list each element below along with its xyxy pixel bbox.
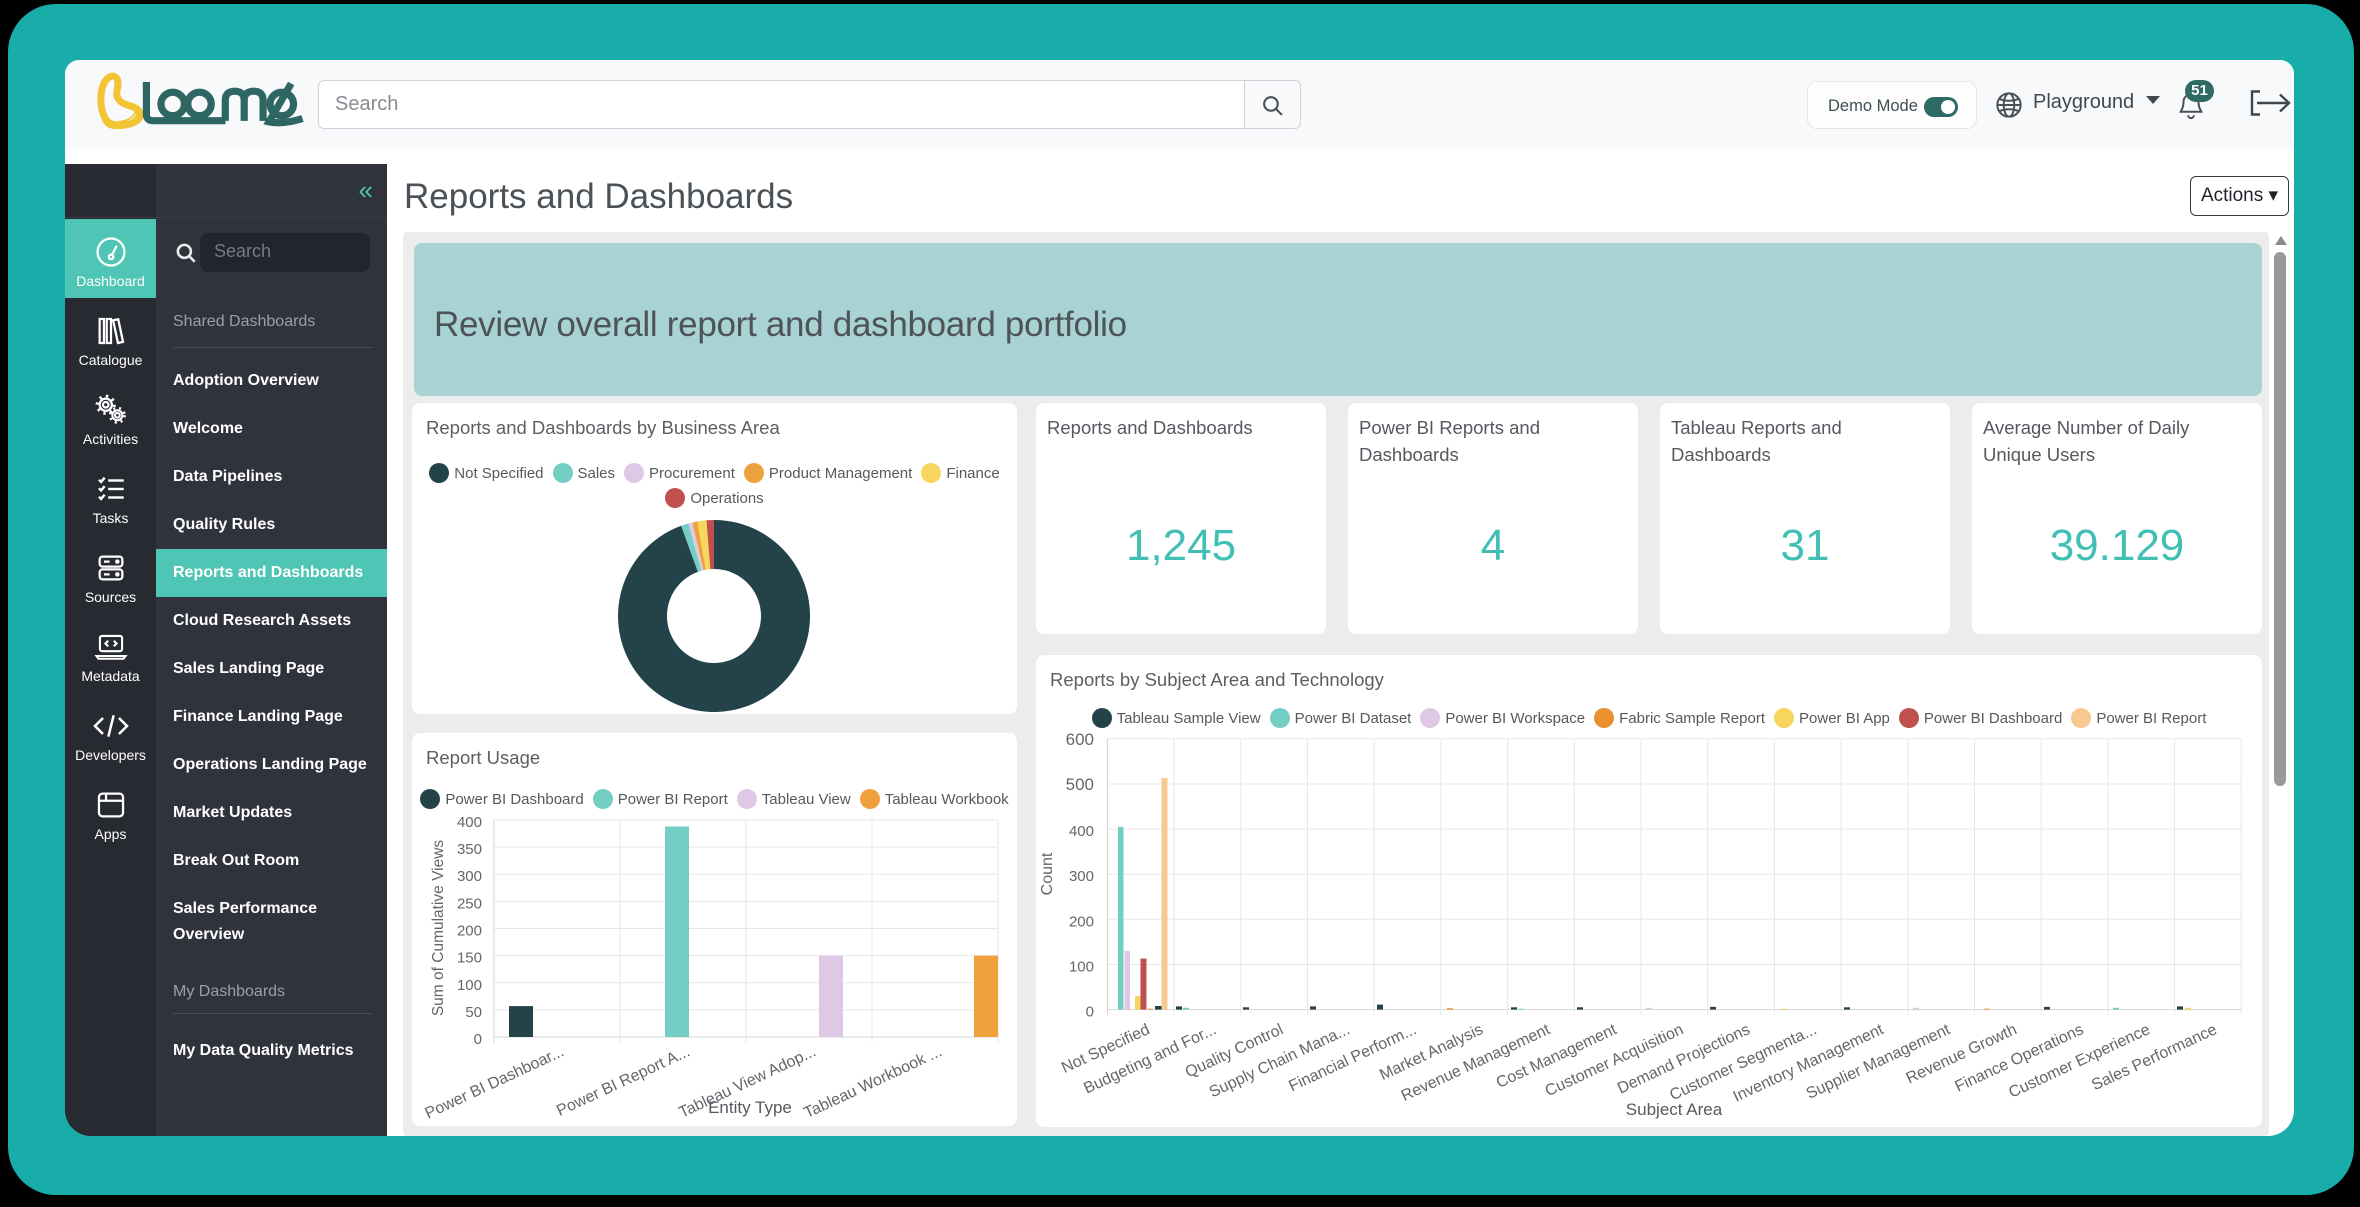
svg-text:0: 0 [474, 1031, 482, 1048]
svg-text:250: 250 [457, 895, 482, 912]
svg-text:Sales Performance: Sales Performance [2089, 1021, 2220, 1094]
svg-text:500: 500 [1066, 775, 1094, 794]
svg-text:100: 100 [1069, 959, 1094, 976]
svg-text:200: 200 [457, 923, 482, 940]
svg-text:200: 200 [1069, 913, 1094, 930]
svg-text:Tableau Workbook ...: Tableau Workbook ... [802, 1043, 945, 1122]
svg-text:300: 300 [1069, 868, 1094, 885]
svg-text:0: 0 [1086, 1004, 1094, 1021]
svg-text:300: 300 [457, 868, 482, 885]
svg-text:Power BI Dashboar...: Power BI Dashboar... [422, 1043, 566, 1122]
svg-text:Sum of Cumulative Views: Sum of Cumulative Views [430, 840, 447, 1017]
svg-text:Entity Type: Entity Type [708, 1098, 792, 1117]
svg-text:100: 100 [457, 977, 482, 994]
svg-text:50: 50 [465, 1004, 482, 1021]
svg-text:400: 400 [457, 814, 482, 831]
svg-text:Subject Area: Subject Area [1626, 1100, 1723, 1119]
svg-text:350: 350 [457, 841, 482, 858]
svg-text:600: 600 [1066, 730, 1094, 749]
svg-text:400: 400 [1069, 823, 1094, 840]
svg-text:Power BI Report A...: Power BI Report A... [554, 1043, 693, 1120]
svg-text:150: 150 [457, 950, 482, 967]
svg-text:Count: Count [1039, 852, 1056, 895]
